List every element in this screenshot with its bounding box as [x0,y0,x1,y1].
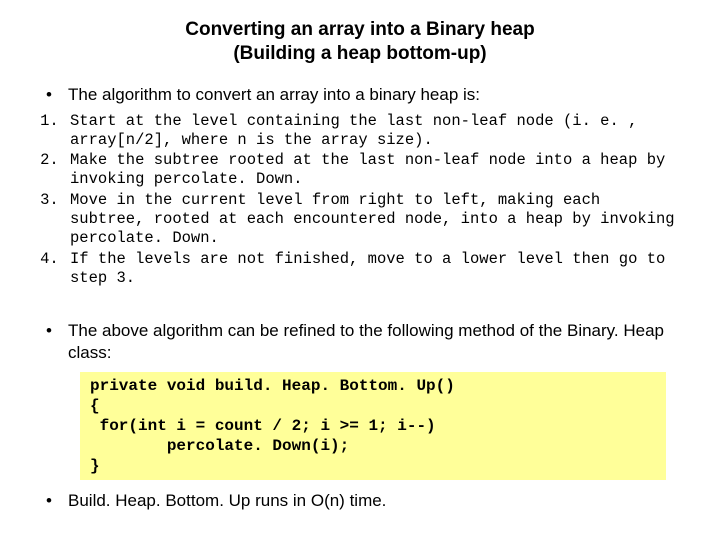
step-2: Make the subtree rooted at the last non-… [68,151,680,189]
step-3: Move in the current level from right to … [68,191,680,248]
title-line2: (Building a heap bottom-up) [233,43,486,64]
runtime-bullet: Build. Heap. Bottom. Up runs in O(n) tim… [40,490,680,512]
refined-text: The above algorithm can be refined to th… [68,321,664,362]
code-block: private void build. Heap. Bottom. Up() {… [80,372,666,480]
algorithm-steps: Start at the level containing the last n… [40,112,680,288]
intro-text: The algorithm to convert an array into a… [68,85,480,104]
intro-bullet: The algorithm to convert an array into a… [40,84,680,106]
slide-title: Converting an array into a Binary heap (… [40,18,680,66]
refined-bullet: The above algorithm can be refined to th… [40,320,680,364]
step-1: Start at the level containing the last n… [68,112,680,150]
runtime-text: Build. Heap. Bottom. Up runs in O(n) tim… [68,491,386,510]
title-line1: Converting an array into a Binary heap [185,19,534,40]
step-4: If the levels are not finished, move to … [68,250,680,288]
